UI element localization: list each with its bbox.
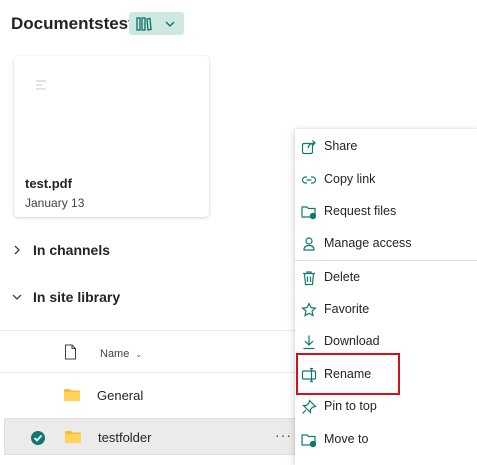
chevron-down-icon (12, 294, 22, 300)
table-row[interactable]: General (4, 377, 297, 414)
file-card[interactable]: test.pdf January 13 (14, 56, 209, 217)
folder-icon (64, 389, 80, 401)
menu-item-manage-access[interactable]: Manage access (295, 230, 477, 258)
share-icon (301, 140, 316, 155)
chevron-right-icon (14, 245, 20, 255)
menu-label: Favorite (324, 302, 370, 316)
page: Documentstest test.pdf January 13 In cha… (0, 0, 477, 465)
library-view-icon (136, 16, 152, 31)
divider (0, 330, 297, 331)
divider (0, 372, 297, 373)
move-to-icon (301, 434, 317, 448)
chevron-down-icon (165, 21, 175, 27)
table-row[interactable]: testfolder ··· (4, 418, 297, 455)
row-name: General (97, 388, 144, 403)
file-name: test.pdf (25, 176, 72, 191)
menu-item-request-files[interactable]: Request files (295, 198, 477, 226)
menu-label: Delete (324, 270, 361, 284)
menu-item-delete[interactable]: Delete (295, 264, 477, 292)
section-in-channels[interactable]: In channels (11, 242, 110, 258)
more-options-icon[interactable]: ··· (275, 427, 292, 443)
menu-divider (295, 260, 477, 261)
download-icon (303, 335, 315, 350)
menu-item-share[interactable]: Share (295, 133, 477, 161)
menu-label: Download (324, 334, 380, 348)
section-label: In site library (33, 289, 121, 305)
section-label: In channels (33, 242, 111, 258)
request-files-icon (301, 206, 317, 220)
section-in-site-library[interactable]: In site library (11, 289, 120, 305)
manage-access-icon (303, 237, 315, 251)
row-name: testfolder (98, 430, 152, 445)
pin-icon (302, 399, 317, 414)
menu-label: Pin to top (324, 399, 377, 413)
folder-icon (65, 431, 81, 443)
menu-label: Manage access (324, 236, 412, 250)
star-icon (301, 302, 317, 317)
column-header-label: Name (100, 348, 130, 360)
file-date: January 13 (25, 196, 85, 210)
menu-item-favorite[interactable]: Favorite (295, 296, 477, 324)
sort-chevron-icon: ⌄ (135, 349, 143, 359)
file-type-icon (65, 344, 76, 360)
checkmark-icon[interactable] (31, 431, 45, 445)
file-thumbnail (36, 80, 50, 92)
menu-label: Share (324, 139, 358, 153)
column-header-name[interactable]: Name ⌄ (100, 348, 142, 360)
delete-icon (303, 271, 315, 286)
menu-item-download[interactable]: Download (295, 328, 477, 356)
menu-label: Request files (324, 204, 397, 218)
menu-label: Move to (324, 432, 369, 446)
menu-item-copy-link[interactable]: Copy link (295, 166, 477, 194)
menu-item-pin-to-top[interactable]: Pin to top (295, 393, 477, 421)
view-switch-button[interactable] (129, 12, 184, 35)
menu-label: Copy link (324, 172, 376, 186)
highlight-box (296, 353, 400, 395)
page-title: Documentstest (11, 14, 134, 33)
context-menu: Share Copy link Request files Manage acc… (295, 129, 477, 465)
menu-item-move-to[interactable]: Move to (295, 426, 477, 454)
link-icon (301, 176, 317, 184)
